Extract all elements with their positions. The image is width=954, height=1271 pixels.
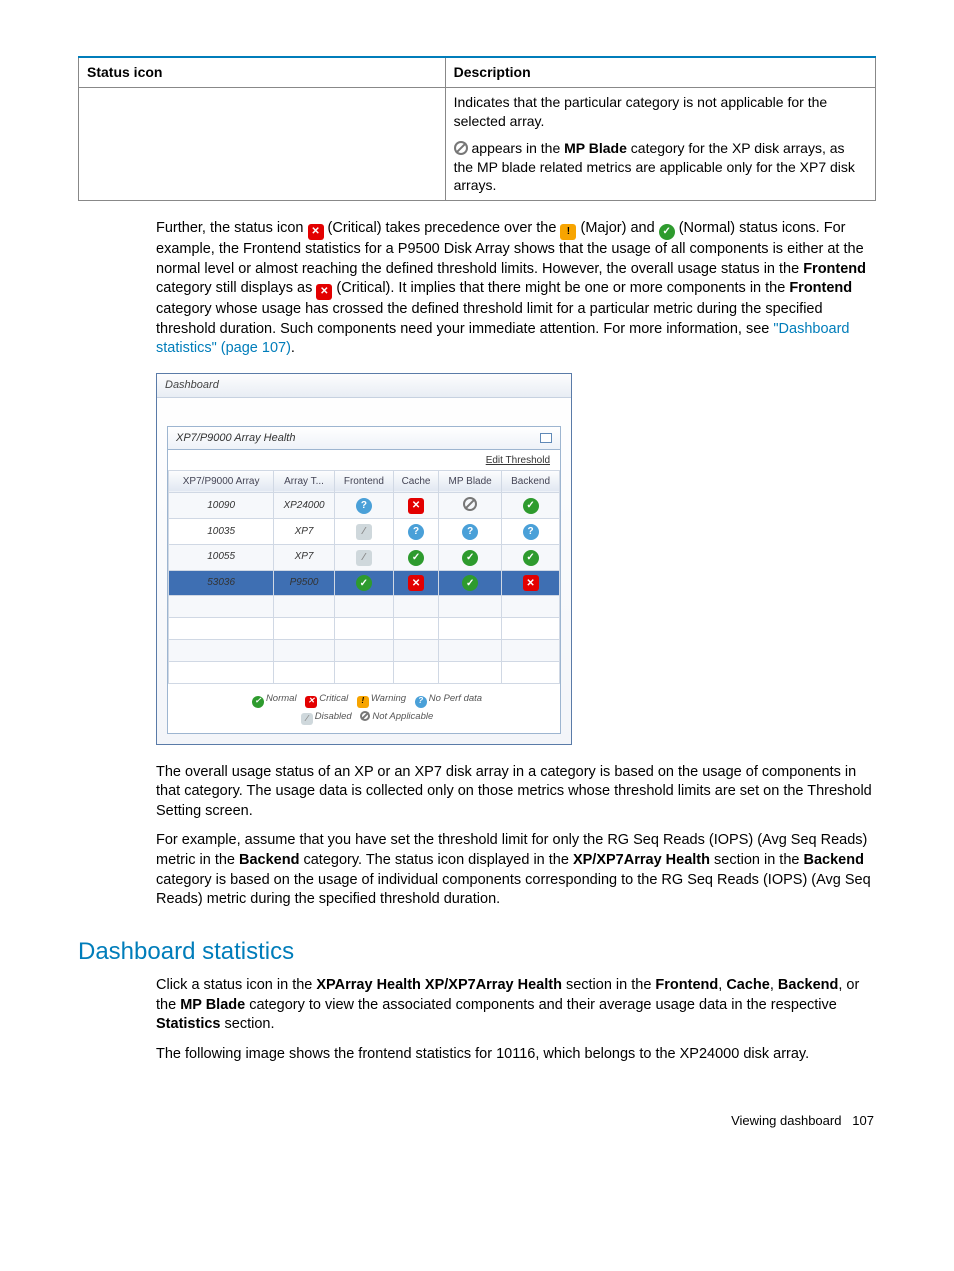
edit-threshold-link[interactable]: Edit Threshold — [168, 450, 560, 470]
normal-icon — [408, 550, 424, 566]
noperf-icon — [408, 524, 424, 540]
grid-col-backend[interactable]: Backend — [502, 470, 560, 493]
noperf-icon — [523, 524, 539, 540]
table-row[interactable]: 10035XP7 — [169, 519, 560, 545]
normal-icon — [659, 224, 675, 240]
critical-icon — [305, 696, 317, 708]
cell-status[interactable] — [502, 544, 560, 570]
cell-status[interactable] — [439, 570, 502, 596]
cell-array-type: XP7 — [274, 544, 335, 570]
panel-title: XP7/P9000 Array Health — [176, 431, 295, 446]
normal-icon — [462, 550, 478, 566]
normal-icon — [523, 498, 539, 514]
cell-array-type: XP24000 — [274, 493, 335, 519]
cell-status[interactable] — [393, 544, 438, 570]
col-status-icon: Status icon — [79, 57, 446, 87]
cell-status[interactable] — [334, 544, 393, 570]
cell-status[interactable] — [439, 493, 502, 519]
legend: Normal Critical Warning No Perf data Dis… — [168, 684, 560, 732]
critical-icon — [308, 224, 324, 240]
normal-icon — [462, 575, 478, 591]
na-icon — [463, 497, 477, 511]
normal-icon — [356, 575, 372, 591]
cell-array-type: XP7 — [274, 519, 335, 545]
array-health-panel: XP7/P9000 Array Health Edit Threshold XP… — [167, 426, 561, 734]
disabled-icon — [356, 550, 372, 566]
paragraph-example: For example, assume that you have set th… — [156, 831, 876, 909]
major-icon — [560, 224, 576, 240]
panel-header: XP7/P9000 Array Health — [168, 427, 560, 451]
array-health-grid: XP7/P9000 Array Array T... Frontend Cach… — [168, 470, 560, 685]
grid-col-type[interactable]: Array T... — [274, 470, 335, 493]
table-row[interactable]: 53036P9500 — [169, 570, 560, 596]
grid-col-mpblade[interactable]: MP Blade — [439, 470, 502, 493]
page-footer: Viewing dashboard 107 — [78, 1112, 876, 1130]
na-icon — [454, 141, 468, 155]
grid-col-frontend[interactable]: Frontend — [334, 470, 393, 493]
table-row[interactable]: 10055XP7 — [169, 544, 560, 570]
critical-icon — [408, 498, 424, 514]
cell-status[interactable] — [439, 519, 502, 545]
dashboard-screenshot: Dashboard XP7/P9000 Array Health Edit Th… — [156, 373, 572, 745]
noperf-icon — [462, 524, 478, 540]
footer-label: Viewing dashboard — [731, 1113, 841, 1128]
status-desc-cell: Indicates that the particular category i… — [445, 87, 875, 200]
status-icon-cell — [79, 87, 446, 200]
cell-array-type: P9500 — [274, 570, 335, 596]
cell-status[interactable] — [393, 519, 438, 545]
critical-icon — [408, 575, 424, 591]
cell-array-id: 10035 — [169, 519, 274, 545]
paragraph-overall-usage: The overall usage status of an XP or an … — [156, 763, 876, 822]
status-icon-table: Status icon Description Indicates that t… — [78, 56, 876, 201]
cell-array-id: 53036 — [169, 570, 274, 596]
dashboard-statistics-heading: Dashboard statistics — [78, 936, 876, 968]
cell-status[interactable] — [393, 570, 438, 596]
cell-status[interactable] — [439, 544, 502, 570]
normal-icon — [252, 696, 264, 708]
desc-line-1: Indicates that the particular category i… — [454, 93, 867, 131]
disabled-icon — [356, 524, 372, 540]
maximize-icon[interactable] — [540, 433, 552, 443]
normal-icon — [523, 550, 539, 566]
noperf-icon — [415, 696, 427, 708]
cell-status[interactable] — [334, 493, 393, 519]
cell-array-id: 10055 — [169, 544, 274, 570]
cell-status[interactable] — [393, 493, 438, 519]
paragraph-precedence: Further, the status icon (Critical) take… — [156, 219, 876, 358]
grid-col-cache[interactable]: Cache — [393, 470, 438, 493]
cell-status[interactable] — [502, 570, 560, 596]
warning-icon — [357, 696, 369, 708]
table-row[interactable]: 10090XP24000 — [169, 493, 560, 519]
paragraph-click-status: Click a status icon in the XPArray Healt… — [156, 976, 876, 1035]
col-description: Description — [445, 57, 875, 87]
cell-status[interactable] — [502, 519, 560, 545]
grid-col-array[interactable]: XP7/P9000 Array — [169, 470, 274, 493]
disabled-icon — [301, 713, 313, 725]
critical-icon — [523, 575, 539, 591]
cell-status[interactable] — [502, 493, 560, 519]
cell-array-id: 10090 — [169, 493, 274, 519]
footer-page: 107 — [852, 1113, 874, 1128]
critical-icon — [316, 284, 332, 300]
noperf-icon — [356, 498, 372, 514]
desc-line-2: appears in the MP Blade category for the… — [454, 139, 867, 196]
cell-status[interactable] — [334, 519, 393, 545]
na-icon — [360, 711, 370, 721]
dashboard-title: Dashboard — [157, 374, 571, 398]
cell-status[interactable] — [334, 570, 393, 596]
paragraph-following-image: The following image shows the frontend s… — [156, 1045, 876, 1065]
